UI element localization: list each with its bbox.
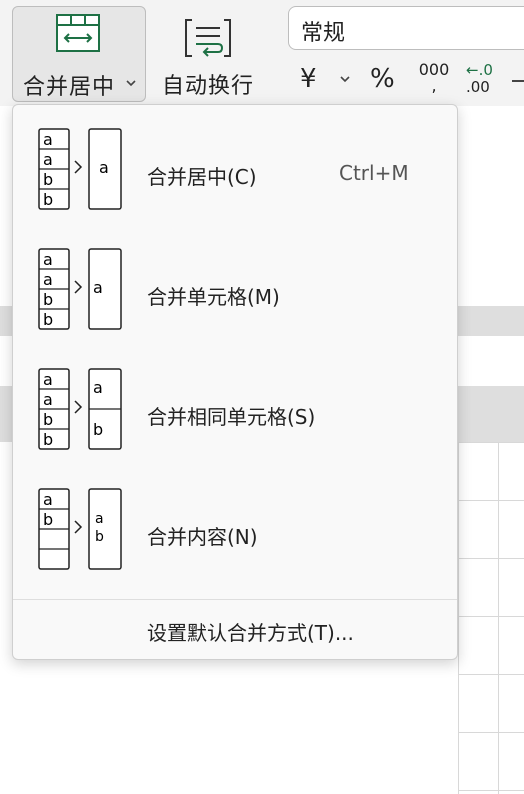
diagram-letter-a: a [95, 511, 104, 527]
diagram-letter-a: a [99, 158, 109, 177]
diagram-letter-a: a [93, 278, 103, 297]
merge-center-icon [56, 14, 100, 52]
wrap-text-icon [185, 19, 231, 57]
cell-gridlines [458, 442, 524, 794]
menu-item-merge-content[interactable]: a b a b 合并内容(N) [13, 473, 457, 583]
thousands-separator-button[interactable]: 000 , [418, 62, 450, 94]
merge-content-diagram-icon: a b a b [38, 488, 122, 570]
menu-item-label: 合并居中(C) [147, 165, 257, 189]
percent-format-button[interactable]: % [370, 64, 395, 94]
diagram-letter-b: b [43, 290, 53, 309]
diagram-letter-b: b [43, 190, 53, 209]
number-format-select[interactable]: 常规 [288, 6, 524, 50]
arrow-right-icon [74, 280, 83, 294]
menu-separator [13, 599, 457, 600]
increase-decimal-button[interactable]: ←.0 .00 [466, 62, 506, 96]
menu-item-label: 合并内容(N) [147, 525, 258, 549]
ribbon: 合并居中 自动换行 常规 ¥ % 000 , ←.0 .00 [0, 0, 524, 107]
merge-cells-diagram-icon: a a b b a [38, 248, 122, 330]
diagram-letter-b: b [43, 430, 53, 449]
menu-item-shortcut: Ctrl+M [339, 161, 409, 185]
merge-center-label: 合并居中 [23, 75, 116, 100]
diagram-letter-a: a [43, 390, 53, 409]
arrow-right-icon [74, 400, 83, 414]
diagram-letter-b: b [95, 529, 104, 545]
thousands-bottom: , [431, 76, 437, 95]
merge-same-cells-diagram-icon: a a b b a b [38, 368, 122, 450]
menu-item-label: 合并单元格(M) [147, 285, 280, 309]
decrease-decimal-button-edge[interactable] [512, 80, 524, 82]
diagram-letter-b: b [43, 410, 53, 429]
menu-item-merge-same-cells[interactable]: a a b b a b 合并相同单元格(S) [13, 353, 457, 463]
menu-item-set-default-merge[interactable]: 设置默认合并方式(T)... [13, 601, 457, 659]
merge-center-diagram-icon: a a b b a [38, 128, 122, 210]
wrap-text-label: 自动换行 [162, 74, 255, 99]
currency-format-button[interactable]: ¥ [300, 64, 317, 94]
merge-dropdown-menu: a a b b a 合并居中(C) Ctrl+M a a b b a 合并单元格… [12, 104, 458, 660]
increase-decimal-top: ←.0 [466, 61, 493, 79]
chevron-down-icon [126, 80, 136, 87]
menu-item-merge-cells[interactable]: a a b b a 合并单元格(M) [13, 233, 457, 343]
diagram-letter-b: b [43, 310, 53, 329]
arrow-right-icon [74, 160, 83, 174]
diagram-letter-b: b [93, 420, 103, 439]
diagram-letter-a: a [43, 490, 53, 509]
wrap-text-button[interactable]: 自动换行 [158, 6, 262, 102]
diagram-letter-a: a [43, 370, 53, 389]
menu-item-label: 合并相同单元格(S) [147, 405, 316, 429]
diagram-letter-a: a [93, 378, 103, 397]
diagram-letter-a: a [43, 250, 53, 269]
menu-item-merge-center[interactable]: a a b b a 合并居中(C) Ctrl+M [13, 113, 457, 223]
number-format-value: 常规 [301, 21, 346, 46]
menu-item-label: 设置默认合并方式(T)... [147, 621, 354, 645]
diagram-letter-a: a [43, 130, 53, 149]
increase-decimal-bottom: .00 [466, 78, 490, 96]
arrow-right-icon [74, 520, 83, 534]
diagram-letter-b: b [43, 170, 53, 189]
diagram-letter-b: b [43, 510, 53, 529]
diagram-letter-a: a [43, 270, 53, 289]
merge-center-button[interactable]: 合并居中 [12, 6, 146, 102]
diagram-letter-a: a [43, 150, 53, 169]
chevron-down-icon[interactable] [340, 76, 350, 83]
